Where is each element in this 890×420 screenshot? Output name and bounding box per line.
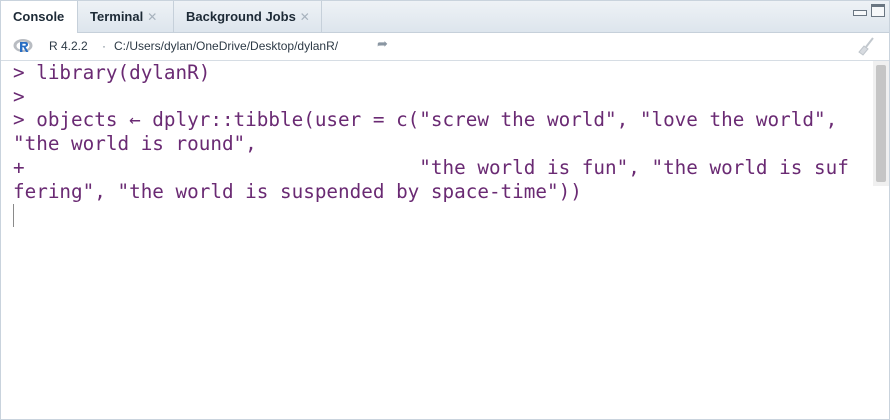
text-cursor: [13, 204, 14, 227]
r-logo-icon: [13, 39, 33, 52]
console-pane: Console Terminal ✕ Background Jobs ✕ R 4.2…: [0, 0, 890, 420]
tab-background-jobs-label: Background Jobs: [186, 9, 296, 24]
pane-tab-bar: Console Terminal ✕ Background Jobs ✕: [1, 1, 889, 33]
console-line: > library(dylanR): [13, 61, 211, 84]
working-directory-path: C:/Users/dylan/OneDrive/Desktop/dylanR/: [114, 39, 339, 53]
minimize-pane-button[interactable]: [853, 10, 867, 16]
console-line: >: [13, 85, 25, 108]
scrollbar-thumb[interactable]: [876, 65, 886, 182]
tab-console[interactable]: Console: [1, 1, 78, 33]
maximize-pane-button[interactable]: [871, 4, 885, 17]
close-icon[interactable]: ✕: [300, 2, 310, 33]
arrow-icon[interactable]: ➦: [377, 36, 388, 52]
separator-dot: ·: [102, 39, 106, 53]
console-line: > objects ← dplyr::tibble(user = c("scre…: [13, 108, 838, 131]
console-info-bar: R 4.2.2 · C:/Users/dylan/OneDrive/Deskto…: [1, 33, 889, 61]
console-line: + "the world is fun", "the world is suf: [13, 156, 849, 179]
tab-terminal[interactable]: Terminal ✕: [78, 1, 174, 32]
console-output[interactable]: > library(dylanR) > > objects ← dplyr::t…: [1, 61, 889, 419]
r-version-label: R 4.2.2: [49, 39, 88, 53]
tab-console-label: Console: [13, 9, 65, 24]
console-line: "the world is round",: [13, 132, 257, 155]
tab-terminal-label: Terminal: [90, 9, 144, 24]
console-line: fering", "the world is suspended by spac…: [13, 180, 582, 203]
tab-background-jobs[interactable]: Background Jobs ✕: [174, 1, 322, 32]
broom-icon[interactable]: [857, 36, 877, 56]
close-icon[interactable]: ✕: [147, 2, 157, 33]
